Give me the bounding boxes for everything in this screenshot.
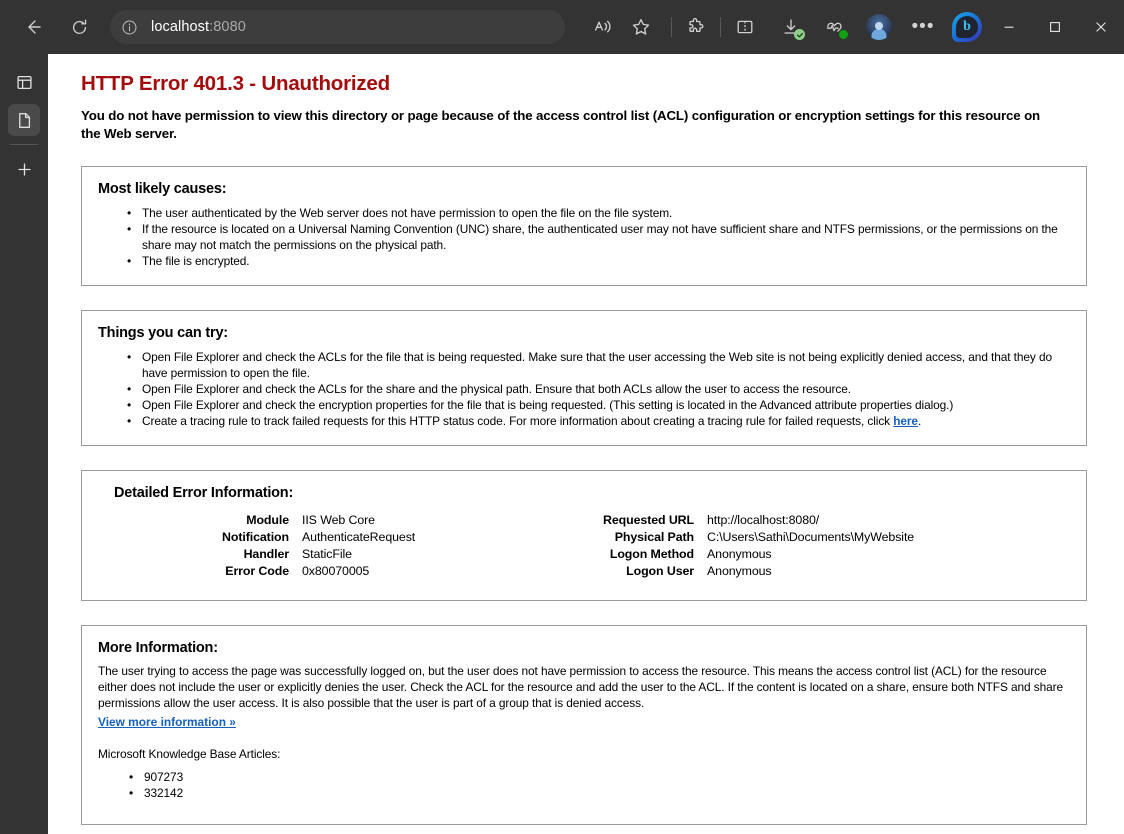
back-button[interactable] [16, 10, 50, 44]
detail-value: 0x80070005 [302, 563, 370, 578]
detailed-error-information-box: Detailed Error Information: Module IIS W… [81, 469, 1087, 601]
things-you-can-try-box: Things you can try: Open File Explorer a… [81, 310, 1087, 446]
ellipsis-icon: ••• [911, 16, 935, 37]
list-item: If the resource is located on a Universa… [127, 221, 1072, 254]
detail-value: AuthenticateRequest [302, 529, 416, 544]
try-list: Open File Explorer and check the ACLs fo… [98, 349, 1072, 430]
browser-window: localhost:8080 ••• b HTTP Error 401.3 - … [0, 0, 1124, 834]
essentials-status-dot [839, 30, 848, 39]
browser-essentials-icon[interactable] [819, 11, 851, 43]
sidebar-divider [10, 144, 38, 145]
detail-label: Requested URL [603, 512, 694, 527]
downloads-complete-badge [794, 29, 805, 40]
address-bar[interactable]: localhost:8080 [110, 10, 565, 44]
detail-value: C:\Users\Sathi\Documents\MyWebsite [707, 529, 915, 544]
toolbar-divider-2 [720, 17, 721, 37]
iis-error-page: HTTP Error 401.3 - Unauthorized You do n… [48, 54, 1124, 826]
copilot-bubble-icon: b [952, 12, 982, 42]
favorites-icon[interactable] [625, 11, 657, 43]
page-subtitle: You do not have permission to view this … [81, 108, 1041, 141]
detail-label: Error Code [225, 563, 289, 578]
sidebar-item-tab-actions[interactable] [8, 66, 40, 98]
list-item-tracing-rule: Create a tracing rule to track failed re… [127, 413, 1072, 430]
view-more-information-link[interactable]: View more information » [98, 715, 236, 729]
address-text: localhost:8080 [151, 19, 246, 35]
kb-list: 907273 332142 [98, 769, 1072, 802]
settings-more-icon[interactable]: ••• [907, 11, 939, 43]
close-button[interactable] [1078, 7, 1124, 47]
tracing-text-prefix: Create a tracing rule to track failed re… [142, 413, 894, 428]
list-item: Open File Explorer and check the encrypt… [127, 397, 1072, 414]
minimize-button[interactable] [986, 7, 1032, 47]
list-item: 332142 [129, 785, 1072, 802]
downloads-icon[interactable] [775, 11, 807, 43]
detail-label: Notification [222, 529, 289, 544]
site-info-icon[interactable] [114, 12, 144, 42]
detail-value: http://localhost:8080/ [707, 512, 820, 527]
most-likely-causes-box: Most likely causes: The user authenticat… [81, 166, 1087, 287]
detail-value: StaticFile [302, 546, 352, 561]
more-heading: More Information: [98, 639, 218, 656]
detail-value: IIS Web Core [302, 512, 375, 527]
detail-label: Handler [243, 546, 290, 561]
refresh-button[interactable] [62, 10, 96, 44]
window-controls [986, 7, 1124, 47]
page-title: HTTP Error 401.3 - Unauthorized [81, 72, 390, 95]
detail-label: Module [246, 512, 289, 527]
detail-label: Logon Method [609, 546, 694, 561]
toolbar-divider [671, 17, 672, 37]
copilot-icon[interactable]: b [951, 11, 983, 43]
read-aloud-icon[interactable] [587, 11, 619, 43]
tracing-here-link[interactable]: here [893, 414, 918, 428]
tracing-text-suffix: . [917, 413, 922, 428]
page-viewport: HTTP Error 401.3 - Unauthorized You do n… [48, 54, 1124, 834]
vertical-tab-sidebar [0, 54, 48, 834]
avatar [866, 14, 892, 40]
details-grid: Module IIS Web Core Requested URL http:/… [98, 513, 1072, 578]
details-heading: Detailed Error Information: [114, 484, 294, 501]
list-item: 907273 [129, 769, 1072, 786]
more-information-box: More Information: The user trying to acc… [81, 624, 1087, 826]
browser-toolbar: localhost:8080 ••• b [0, 0, 1124, 54]
profile-avatar[interactable] [863, 11, 895, 43]
address-host: localhost [151, 19, 210, 35]
causes-heading: Most likely causes: [98, 181, 227, 198]
extensions-icon[interactable] [680, 11, 712, 43]
detail-value: Anonymous [707, 563, 772, 578]
detail-label: Physical Path [614, 529, 694, 544]
detail-value: Anonymous [707, 546, 772, 561]
list-item: The file is encrypted. [127, 253, 1072, 270]
address-port: :8080 [209, 19, 246, 35]
sidebar-item-new-tab[interactable] [8, 153, 40, 185]
bing-b-glyph: b [956, 16, 978, 38]
split-screen-icon[interactable] [729, 11, 761, 43]
maximize-button[interactable] [1032, 7, 1078, 47]
list-item: Open File Explorer and check the ACLs fo… [127, 381, 1072, 398]
causes-list: The user authenticated by the Web server… [98, 205, 1072, 270]
list-item: The user authenticated by the Web server… [127, 205, 1072, 222]
detail-label: Logon User [626, 563, 694, 578]
sidebar-item-page[interactable] [8, 104, 40, 136]
list-item: Open File Explorer and check the ACLs fo… [127, 349, 1072, 382]
try-heading: Things you can try: [98, 325, 228, 342]
more-paragraph: The user trying to access the page was s… [98, 663, 1063, 710]
kb-heading: Microsoft Knowledge Base Articles: [98, 747, 281, 762]
